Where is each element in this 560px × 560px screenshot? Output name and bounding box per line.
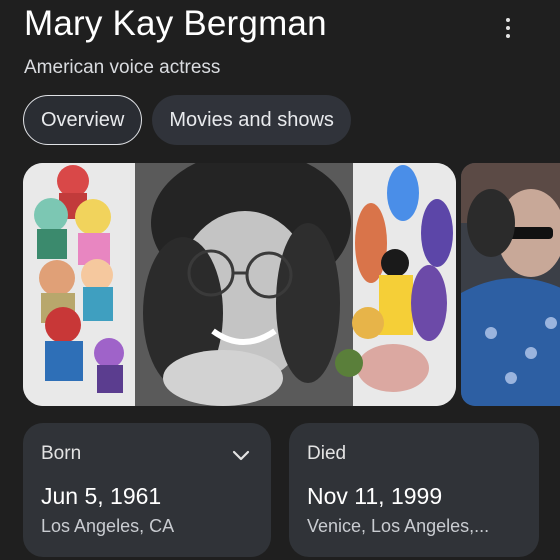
tab-bar: Overview Movies and shows — [23, 95, 351, 145]
image-carousel[interactable] — [23, 163, 560, 406]
entity-description: American voice actress — [24, 57, 221, 78]
died-place: Venice, Los Angeles,... — [307, 516, 490, 536]
born-card[interactable]: Born Jun 5, 1961 Los Angeles, CA — [23, 423, 271, 557]
image-man-sunglasses[interactable] — [461, 163, 560, 406]
portrait-collage-graphic — [23, 163, 456, 406]
born-label: Born — [41, 443, 82, 464]
entity-title: Mary Kay Bergman — [24, 4, 327, 43]
more-options-icon[interactable] — [496, 14, 520, 42]
image-portrait-collage[interactable] — [23, 163, 456, 406]
died-label: Died — [307, 443, 347, 464]
man-photo-graphic — [461, 163, 560, 406]
died-card[interactable]: Died Nov 11, 1999 Venice, Los Angeles,..… — [289, 423, 539, 557]
chevron-down-icon[interactable] — [231, 445, 251, 465]
born-date: Jun 5, 1961 — [41, 483, 162, 509]
born-place: Los Angeles, CA — [41, 516, 175, 536]
tab-movies-and-shows[interactable]: Movies and shows — [152, 95, 351, 145]
died-date: Nov 11, 1999 — [307, 483, 443, 509]
tab-overview[interactable]: Overview — [23, 95, 143, 145]
